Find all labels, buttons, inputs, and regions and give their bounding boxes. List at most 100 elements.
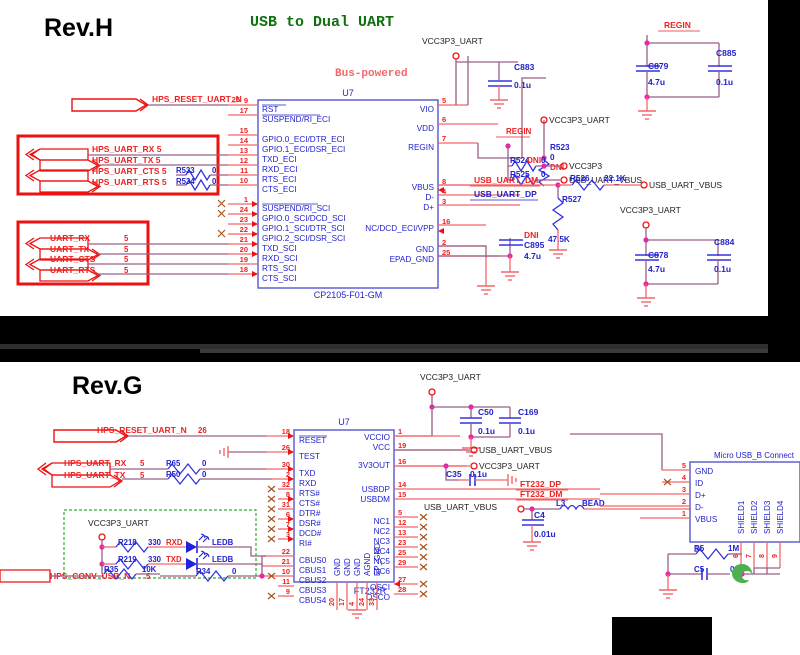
revg-r65-ref: R65 bbox=[166, 459, 181, 468]
revg-r65-val: 0 bbox=[202, 459, 207, 468]
revg-r5-ref: R5 bbox=[694, 544, 705, 553]
revg-test-gnd bbox=[219, 446, 266, 458]
svg-text:GPIO.2_SCI/DSR_SCI: GPIO.2_SCI/DSR_SCI bbox=[262, 234, 345, 243]
svg-text:TXD: TXD bbox=[299, 469, 315, 478]
revg-3v3out-c35: VCC3P3_UART C35 0.1u bbox=[394, 461, 540, 486]
revh-net-uart-rts: UART_RTS bbox=[50, 265, 96, 275]
svg-text:VIO: VIO bbox=[420, 105, 434, 114]
revg-led-rxd-branch: R218 330 RXD LEDB bbox=[102, 533, 266, 557]
revg-connector-title: Micro USB_B Connect bbox=[714, 451, 795, 460]
revg-c35-val: 0.1u bbox=[470, 469, 487, 479]
revh-vcc-rail-c883: VCC3P3_UART C883 0.1u bbox=[422, 36, 535, 109]
svg-text:4: 4 bbox=[347, 602, 356, 606]
revh-net-usb-uart-dp: USB_UART_DP bbox=[474, 189, 537, 199]
revh-ports-uart[interactable]: UART_RX 5 UART_TX 5 UART_CTS 5 UART_RTS … bbox=[24, 233, 228, 282]
revg-led-txd-ref: LEDB bbox=[212, 555, 234, 564]
svg-text:GPIO.1_ECI/DSR_ECI: GPIO.1_ECI/DSR_ECI bbox=[262, 145, 345, 154]
svg-text:10: 10 bbox=[240, 176, 248, 185]
svg-text:VBUS: VBUS bbox=[412, 183, 435, 192]
revg-vcc-port-led bbox=[98, 533, 106, 541]
revg-r35-ref: R35 bbox=[104, 565, 119, 574]
revh-net-usb-uart-dm: USB_UART_DM bbox=[474, 175, 538, 185]
revg-net-vcc3p3-uart-top: VCC3P3_UART bbox=[420, 372, 481, 382]
svg-text:SHIELD3: SHIELD3 bbox=[763, 500, 772, 534]
svg-text:D+: D+ bbox=[423, 203, 434, 212]
revg-connector-shield-labels: SHIELD1 SHIELD2 SHIELD3 SHIELD4 bbox=[737, 500, 785, 534]
svg-text:5: 5 bbox=[140, 459, 145, 468]
revg-bottom-pin-labels: GND GND GND AGND EP_GND bbox=[333, 543, 382, 576]
svg-text:10: 10 bbox=[282, 567, 290, 576]
revh-r524-val: 0 bbox=[541, 156, 546, 165]
revg-r35-val: 10K bbox=[142, 565, 157, 574]
revh-c895-note: DNI bbox=[524, 230, 539, 240]
svg-text:11: 11 bbox=[240, 166, 248, 175]
svg-text:3: 3 bbox=[442, 197, 446, 206]
revg-osci-arrow bbox=[394, 581, 400, 587]
revg-r34-val: 0 bbox=[232, 567, 237, 576]
revh-gnd-c895: DNI C895 4.7u bbox=[438, 230, 545, 295]
svg-text:1: 1 bbox=[244, 195, 248, 204]
revg-net-vcc3p3-uart-2: VCC3P3_UART bbox=[479, 461, 540, 471]
svg-text:GPIO.0_ECI/DTR_ECI: GPIO.0_ECI/DTR_ECI bbox=[262, 135, 345, 144]
svg-text:5: 5 bbox=[124, 255, 129, 264]
revg-port-reset-sheet: 26 bbox=[198, 426, 207, 435]
svg-text:GND: GND bbox=[416, 245, 434, 254]
svg-text:5: 5 bbox=[398, 508, 402, 517]
revh-c883-ref: C883 bbox=[514, 62, 535, 72]
svg-text:33: 33 bbox=[367, 598, 376, 606]
revh-net-uart-tx: UART_TX bbox=[50, 244, 90, 254]
revh-r534-val: 0 bbox=[212, 177, 217, 186]
revh-r525-val: 0 bbox=[541, 170, 546, 179]
revg-c5-ref: C5 bbox=[694, 565, 705, 574]
svg-text:29: 29 bbox=[398, 558, 406, 567]
revg-port-hps-conv-usb[interactable]: HPS_CONV_USB_N 5 bbox=[0, 569, 151, 583]
mask-bottom-right bbox=[612, 617, 712, 655]
revh-r533-ref: R533 bbox=[176, 166, 195, 175]
svg-text:14: 14 bbox=[240, 136, 249, 145]
svg-text:NC1: NC1 bbox=[374, 517, 391, 526]
svg-text:4: 4 bbox=[682, 473, 687, 482]
svg-text:13: 13 bbox=[398, 528, 406, 537]
svg-text:CBUS4: CBUS4 bbox=[299, 596, 327, 605]
band-right-top bbox=[768, 0, 800, 362]
svg-text:23: 23 bbox=[240, 215, 248, 224]
revg-r218-ref: R218 bbox=[118, 538, 137, 547]
revg-right-pin-wires bbox=[394, 435, 600, 595]
revg-ports-hps-uart[interactable]: HPS_UART_RX 5 HPS_UART_TX 5 bbox=[36, 458, 168, 488]
revh-resistor-r534: R534 0 bbox=[176, 177, 228, 192]
revh-net-usb-uart-vbus-2: USB_UART_VBUS bbox=[649, 180, 722, 190]
revg-left-pin-labels: RESET TEST TXD RXD RTS# CTS# DTR# DSR# D… bbox=[299, 435, 327, 605]
svg-text:14: 14 bbox=[398, 480, 407, 489]
svg-text:GPIO.1_SCI/DTR_SCI: GPIO.1_SCI/DTR_SCI bbox=[262, 224, 345, 233]
svg-text:RTS#: RTS# bbox=[299, 489, 320, 498]
revg-c50-ref: C50 bbox=[478, 407, 494, 417]
revh-r523-ref: R523 bbox=[550, 143, 570, 152]
revh-c895-val: 4.7u bbox=[524, 251, 541, 261]
svg-text:15: 15 bbox=[398, 490, 406, 499]
revh-net-vcc3p3: VCC3P3 bbox=[569, 161, 602, 171]
revg-c4-val: 0.01u bbox=[534, 529, 556, 539]
svg-text:12: 12 bbox=[398, 518, 406, 527]
revg-port-reset[interactable]: HPS_RESET_UART_N 26 bbox=[53, 425, 266, 443]
svg-text:DSR#: DSR# bbox=[299, 519, 321, 528]
svg-text:12: 12 bbox=[240, 156, 248, 165]
revh-port-reset[interactable]: HPS_RESET_UART_N 26 bbox=[71, 94, 242, 112]
svg-text:VBUS: VBUS bbox=[695, 515, 718, 524]
svg-text:CBUS1: CBUS1 bbox=[299, 566, 327, 575]
revg-r219-val: 330 bbox=[148, 555, 162, 564]
svg-text:CBUS2: CBUS2 bbox=[299, 576, 327, 585]
revh-r523-val: 0 bbox=[550, 153, 555, 162]
revh-net-regin-1: REGIN bbox=[506, 127, 532, 136]
svg-text:25: 25 bbox=[398, 548, 406, 557]
revg-right-noconnect-marks bbox=[419, 513, 428, 598]
revg-net-ft232-dp: FT232_DP bbox=[520, 479, 561, 489]
revg-r34-ref: R34 bbox=[196, 567, 211, 576]
revh-net-hps-uart-cts: HPS_UART_CTS 5 bbox=[92, 166, 167, 176]
revg-shield-snubber: R5 1M C5 0 bbox=[659, 544, 753, 599]
svg-text:RST: RST bbox=[262, 105, 278, 114]
svg-text:24: 24 bbox=[357, 598, 366, 606]
revh-r534-ref: R534 bbox=[176, 177, 195, 186]
svg-text:RESET: RESET bbox=[299, 436, 326, 445]
svg-text:16: 16 bbox=[442, 217, 450, 226]
svg-text:3V3OUT: 3V3OUT bbox=[358, 461, 390, 470]
